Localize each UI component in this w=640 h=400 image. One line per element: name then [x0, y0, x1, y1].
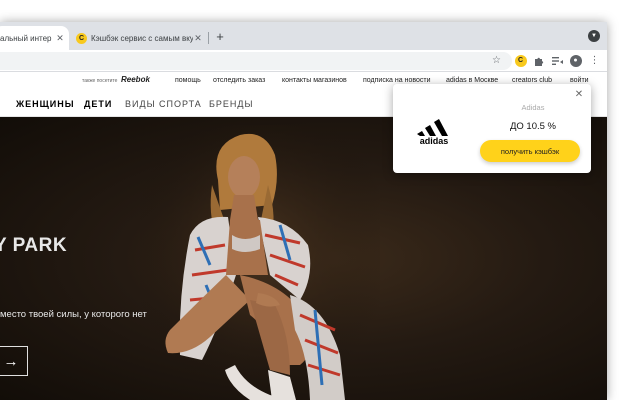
tab-title: Кэшбэк сервис с самым вкус: [91, 33, 193, 43]
hero-subtitle: место твоей силы, у которого нет: [0, 309, 147, 320]
tab-close-icon[interactable]: ✕: [55, 33, 65, 44]
adidas-logo-text: adidas: [420, 136, 449, 146]
arrow-right-icon: →: [3, 352, 19, 370]
chevron-down-icon[interactable]: ▼: [588, 30, 600, 42]
puzzle-icon[interactable]: [531, 53, 546, 68]
top-link-store-contacts[interactable]: контакты магазинов: [282, 77, 347, 84]
tab-title: альный интер: [0, 33, 52, 43]
nav-item-women[interactable]: ЖЕНЩИНЫ: [16, 99, 75, 109]
cashback-popup: ✕ adidas Adidas ДО 10.5 % получить кэшбэ…: [393, 84, 591, 173]
tab-adidas[interactable]: альный интер ✕: [0, 26, 69, 50]
top-link-help[interactable]: помощь: [175, 77, 201, 84]
profile-avatar[interactable]: ●: [568, 53, 583, 68]
avatar-icon: ●: [569, 54, 582, 67]
cashback-rate: ДО 10.5 %: [509, 121, 557, 132]
address-bar[interactable]: [0, 52, 512, 70]
more-menu-icon[interactable]: ⋮: [587, 53, 602, 68]
top-link-adidas-moscow[interactable]: adidas в Москве: [446, 77, 498, 84]
new-tab-button[interactable]: +: [212, 28, 228, 44]
get-cashback-button[interactable]: получить кэшбэк: [480, 140, 580, 162]
top-link-creators-club[interactable]: creators club: [512, 77, 552, 84]
cashback-extension-icon[interactable]: C: [513, 53, 528, 68]
screenshot-canvas: альный интер ✕ C Кэшбэк сервис с самым в…: [0, 0, 640, 400]
tab-cashback-service[interactable]: C Кэшбэк сервис с самым вкус ✕: [72, 26, 207, 50]
top-link-track-order[interactable]: отследить заказ: [213, 77, 265, 84]
top-link-login[interactable]: войти: [570, 77, 589, 84]
tab-divider: [208, 32, 209, 44]
hero-model-image: [140, 125, 380, 400]
reading-list-icon[interactable]: [550, 53, 565, 68]
close-icon[interactable]: ✕: [574, 89, 584, 100]
tab-strip: альный интер ✕ C Кэшбэк сервис с самым в…: [0, 22, 607, 50]
also-visit-label: также посетите: [82, 78, 118, 84]
store-name: Adidas: [521, 103, 545, 112]
nav-item-sports[interactable]: ВИДЫ СПОРТА: [125, 99, 202, 109]
star-icon[interactable]: ☆: [489, 53, 504, 68]
hero-title: Y PARK: [0, 235, 68, 256]
reebok-link[interactable]: Reebok: [121, 75, 150, 84]
top-link-newsletter[interactable]: подписка на новости: [363, 77, 430, 84]
nav-cut-off-marker: [0, 99, 4, 109]
browser-window: альный интер ✕ C Кэшбэк сервис с самым в…: [0, 22, 607, 400]
cashback-favicon-icon: C: [76, 32, 87, 44]
cashback-extension-letter: C: [514, 54, 527, 67]
browser-toolbar: ☆ C ● ⋮: [0, 50, 607, 72]
nav-item-kids[interactable]: ДЕТИ: [84, 99, 112, 109]
tab-close-icon[interactable]: ✕: [193, 33, 203, 44]
adidas-logo: adidas: [417, 119, 449, 146]
hero-arrow-button[interactable]: →: [0, 346, 28, 376]
nav-item-brands[interactable]: БРЕНДЫ: [209, 99, 253, 109]
